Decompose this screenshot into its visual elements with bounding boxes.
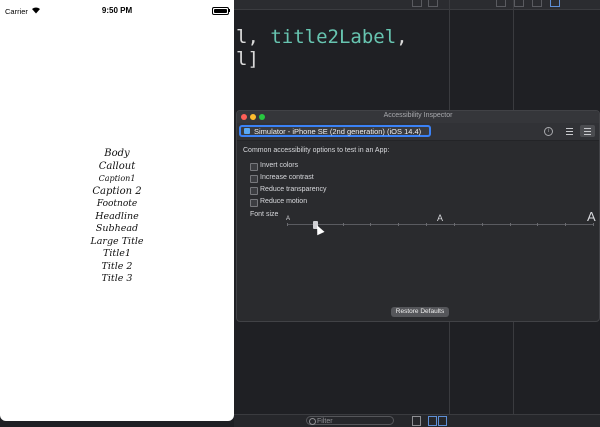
slider-tick <box>509 223 511 226</box>
code-line[interactable]: l, title2Label, <box>236 26 408 48</box>
inspector-icon[interactable] <box>496 0 506 7</box>
checkbox[interactable] <box>250 187 258 195</box>
filter-icon <box>309 418 316 425</box>
slider-tick <box>370 223 372 226</box>
checkbox[interactable] <box>250 199 258 207</box>
history-icon[interactable] <box>514 0 524 7</box>
slider-tick <box>565 223 567 226</box>
target-label: Simulator - iPhone SE (2nd generation) (… <box>254 127 422 136</box>
target-chooser[interactable]: Simulator - iPhone SE (2nd generation) (… <box>239 125 431 137</box>
inspection-mode-button[interactable] <box>562 125 577 137</box>
label-title3: Title 3 <box>101 273 133 284</box>
label-callout: Callout <box>98 160 136 172</box>
checkbox[interactable] <box>250 163 258 171</box>
label-caption2: Caption 2 <box>92 185 142 197</box>
mouse-cursor-icon <box>313 223 325 236</box>
slider-tick <box>593 223 594 226</box>
accessibility-inspector-window: Accessibility Inspector Simulator - iPho… <box>236 110 600 322</box>
small-text-glyph: A <box>286 216 291 222</box>
inspector-toolbar: Simulator - iPhone SE (2nd generation) (… <box>237 123 599 141</box>
slider-tick <box>426 223 428 226</box>
slider-tick <box>481 223 483 226</box>
window-title: Accessibility Inspector <box>383 112 453 119</box>
status-bar: Carrier 9:50 PM <box>0 0 234 18</box>
font-size-slider[interactable] <box>287 223 594 226</box>
trash-icon[interactable] <box>412 416 421 426</box>
filter-field[interactable]: Filter <box>306 416 394 425</box>
options-heading: Common accessibility options to test in … <box>243 147 390 154</box>
layout-icon[interactable] <box>428 0 438 7</box>
settings-panel: Common accessibility options to test in … <box>243 147 596 317</box>
iphone-icon <box>244 128 250 134</box>
layout-icon[interactable] <box>412 0 422 7</box>
label-subhead: Subhead <box>95 223 139 234</box>
label-stack: Body Callout Caption1 Caption 2 Footnote… <box>0 148 234 286</box>
slider-tick <box>453 223 455 226</box>
label-body: Body <box>104 148 130 159</box>
label-title2: Title 2 <box>101 260 133 272</box>
slider-tick <box>398 223 400 226</box>
code-line[interactable]: l] <box>236 48 259 70</box>
status-time: 9:50 PM <box>101 6 133 15</box>
help-icon[interactable] <box>532 0 542 7</box>
slider-tick <box>287 223 288 226</box>
slider-tick <box>537 223 539 226</box>
label-footnote: Footnote <box>96 199 138 209</box>
checkbox[interactable] <box>250 175 258 183</box>
slider-tick <box>342 223 344 226</box>
split-icon[interactable] <box>438 416 447 426</box>
font-size-label: Font size <box>250 211 279 218</box>
label-headline: Headline <box>95 210 139 222</box>
large-text-glyph: A <box>587 209 596 224</box>
label-title1: Title1 <box>103 248 131 259</box>
medium-text-glyph: A <box>437 213 444 223</box>
settings-mode-button[interactable] <box>580 125 595 137</box>
label-large-title: Large Title <box>90 235 144 247</box>
split-icon[interactable] <box>428 416 437 426</box>
xcode-toolbar <box>234 0 600 10</box>
list-icon[interactable] <box>550 0 560 7</box>
label-caption1: Caption1 <box>98 174 136 183</box>
battery-icon <box>212 7 229 15</box>
info-icon[interactable]: i <box>544 127 553 136</box>
restore-defaults-button[interactable]: Restore Defaults <box>391 307 449 317</box>
iphone-simulator-screen: Carrier 9:50 PM Body Callout Caption1 Ca… <box>0 0 234 421</box>
battery-tip <box>229 9 230 12</box>
